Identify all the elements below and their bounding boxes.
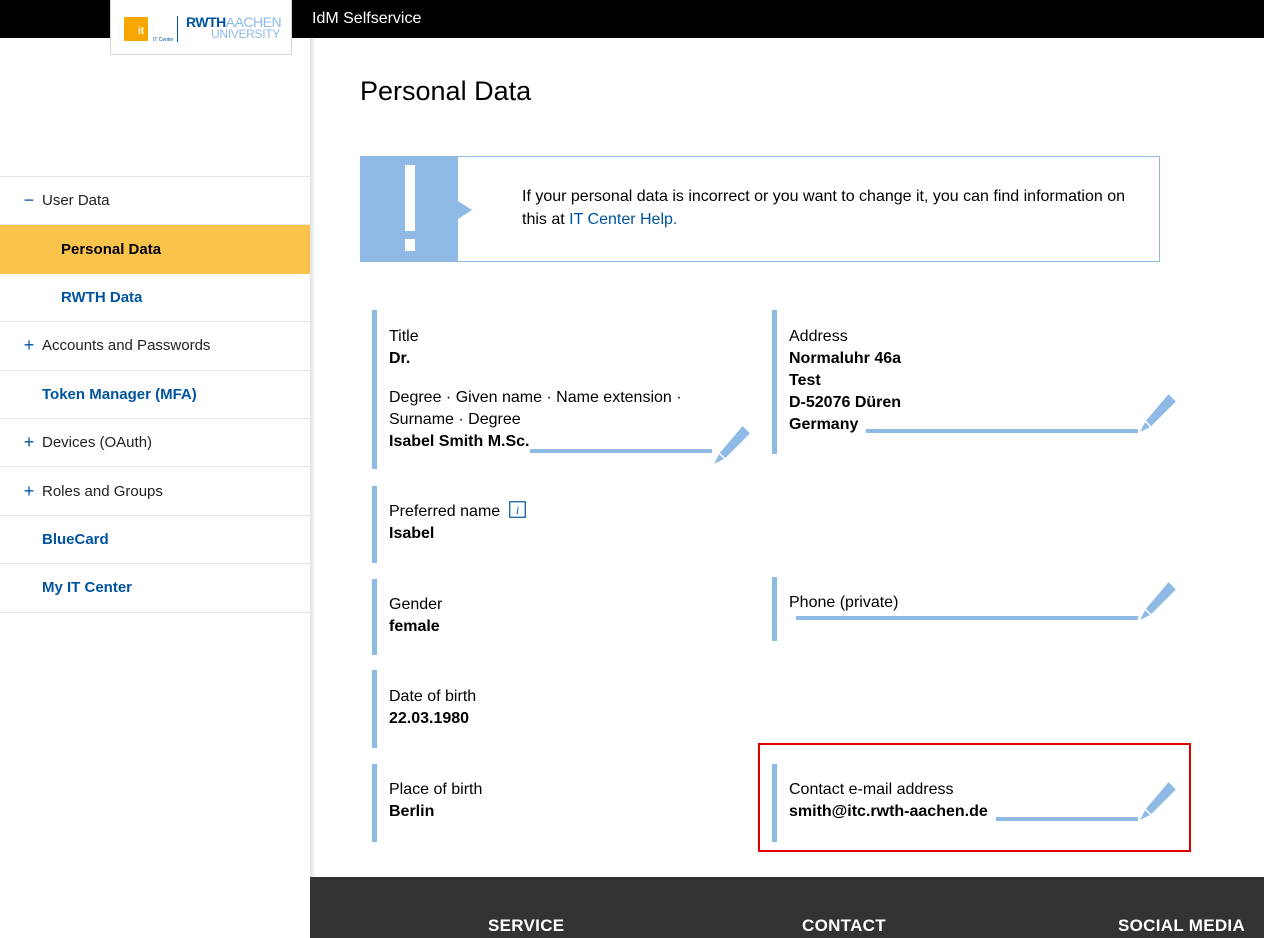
- edit-address-button[interactable]: [866, 392, 1178, 434]
- app-title: IdM Selfservice: [312, 10, 422, 27]
- collapse-icon: −: [23, 190, 35, 211]
- sidebar-item-roles-and-groups[interactable]: + Roles and Groups: [0, 467, 310, 516]
- sidebar-item-personal-data[interactable]: Personal Data: [0, 225, 310, 274]
- pencil-icon: [714, 426, 750, 464]
- place-of-birth-value: Berlin: [389, 803, 435, 820]
- expand-icon: +: [23, 335, 35, 356]
- date-of-birth-label: Date of birth: [389, 688, 477, 705]
- info-notice: If your personal data is incorrect or yo…: [360, 156, 1160, 262]
- logo-separator: [177, 16, 178, 42]
- title-value: Dr.: [389, 350, 411, 367]
- svg-text:i: i: [515, 503, 518, 517]
- field-gender: Gender female: [372, 579, 752, 655]
- exclamation-icon: [361, 157, 472, 261]
- footer-contact-heading: CONTACT: [802, 916, 886, 935]
- place-of-birth-label: Place of birth: [389, 781, 483, 798]
- sidebar-item-user-data[interactable]: − User Data: [0, 177, 310, 226]
- sidebar-item-my-it-center[interactable]: My IT Center: [0, 564, 310, 613]
- edit-name-button[interactable]: [530, 424, 752, 466]
- footer: SERVICE CONTACT SOCIAL MEDIA: [310, 877, 1264, 938]
- gender-label: Gender: [389, 596, 443, 613]
- logo[interactable]: it IT Center RWTHAACHEN UNIVERSITY: [110, 0, 292, 55]
- footer-social-media-heading: SOCIAL MEDIA: [1118, 916, 1246, 935]
- page-title: Personal Data: [360, 76, 532, 106]
- sidebar-nav: − User Data Personal Data RWTH Data + Ac…: [0, 176, 310, 613]
- info-text: If your personal data is incorrect or yo…: [522, 188, 1125, 228]
- sidebar-item-rwth-data[interactable]: RWTH Data: [0, 274, 310, 323]
- date-of-birth-value: 22.03.1980: [389, 710, 470, 727]
- sidebar-item-accounts-and-passwords[interactable]: + Accounts and Passwords: [0, 322, 310, 371]
- preferred-name-value: Isabel: [389, 525, 435, 542]
- preferred-name-label: Preferred name: [389, 503, 501, 520]
- title-label: Title: [389, 328, 419, 345]
- field-preferred-name: Preferred name i Isabel: [372, 486, 752, 563]
- address-label: Address: [789, 328, 848, 345]
- expand-icon: +: [23, 432, 35, 453]
- footer-service-heading: SERVICE: [488, 916, 565, 935]
- it-center-help-link[interactable]: IT Center Help.: [569, 211, 677, 228]
- sidebar-item-bluecard[interactable]: BlueCard: [0, 516, 310, 565]
- gender-value: female: [389, 618, 440, 635]
- sidebar-item-token-manager[interactable]: Token Manager (MFA): [0, 371, 310, 419]
- field-date-of-birth: Date of birth 22.03.1980: [372, 670, 752, 748]
- highlight-box: [758, 743, 1191, 852]
- expand-icon: +: [23, 480, 35, 501]
- it-center-logo-icon: [124, 17, 148, 41]
- sidebar-item-devices[interactable]: + Devices (OAuth): [0, 419, 310, 468]
- pencil-icon: [1140, 394, 1176, 432]
- university-logo-text: UNIVERSITY: [211, 27, 281, 41]
- field-place-of-birth: Place of birth Berlin: [372, 764, 752, 842]
- info-icon[interactable]: i: [508, 501, 526, 518]
- edit-phone-button[interactable]: [796, 580, 1178, 622]
- pencil-icon: [1140, 582, 1176, 620]
